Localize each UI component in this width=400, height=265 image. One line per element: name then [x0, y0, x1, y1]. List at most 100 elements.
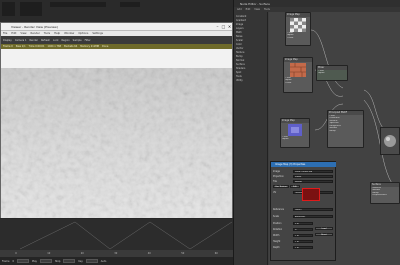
timeline-panel: 0 10 20 30 40 50 60 Frame 0 Play Stop Ke… [0, 219, 233, 265]
prop-label: Tile [273, 180, 277, 183]
maximize-icon[interactable]: □ [221, 24, 226, 29]
checker-preview-icon [290, 17, 306, 32]
key-label[interactable]: Key [78, 260, 82, 263]
stop-button[interactable] [39, 259, 52, 263]
position-field[interactable]: 0 m [293, 221, 313, 225]
image-select[interactable]: Snow_Diffuse.jpg [293, 169, 333, 173]
prop-label: Rotation [273, 228, 283, 231]
rotation-field[interactable]: 0° [293, 227, 313, 231]
toolbar-icon-block[interactable] [20, 2, 42, 16]
close-icon[interactable]: ✕ [227, 24, 232, 29]
surface-output-node[interactable]: Surface Material Normal Bump Displacemen… [370, 182, 400, 204]
stop-label[interactable]: Stop [55, 260, 60, 263]
toolbar-button[interactable]: Filter [85, 39, 91, 42]
frame-label: Frame [2, 259, 10, 263]
prop-label: Scale [273, 215, 279, 218]
properties-titlebar[interactable]: Image Map (3) Properties [271, 162, 336, 167]
image-map-node[interactable]: Image Map Color Alpha Luma [285, 12, 311, 46]
image-map-node[interactable]: Image Map Color Alpha Luma [283, 57, 313, 93]
node-output: Luma [285, 81, 292, 84]
ruler-tick: 40 [147, 252, 151, 255]
status-text: Time 0:00:01 [28, 45, 45, 48]
load-button[interactable]: Load [315, 227, 333, 231]
timeline-curves [19, 221, 233, 250]
ruler-tick: 10 [47, 252, 51, 255]
toolbar-button[interactable]: Camera 1 [15, 39, 27, 42]
texture-preview-icon [290, 62, 306, 77]
ruler-tick: 0 [15, 252, 17, 255]
top-toolbar-strip [0, 0, 233, 22]
height-field[interactable]: 1 m [293, 239, 313, 243]
rendered-snow-image[interactable] [1, 68, 232, 218]
node-output: Luma [287, 36, 294, 39]
render-viewer-window: Viewer - Render View (Preview) – □ ✕ Fil… [0, 22, 233, 218]
projection-select[interactable]: Planar [293, 174, 333, 178]
toolbar-button[interactable]: Display [3, 39, 12, 42]
prop-label: Depth [273, 246, 280, 249]
properties-dialog: Image Map (3) Properties Image Snow_Diff… [270, 161, 336, 261]
node-output: Alpha [318, 72, 325, 75]
toolbar-title-block [50, 2, 106, 7]
timeline-controls: Frame 0 Play Stop Key Auto [0, 257, 233, 265]
status-text: Done [102, 45, 109, 48]
toolbar-button[interactable]: Sample [73, 39, 82, 42]
node-input: Displacement [372, 194, 387, 197]
toolbar-button[interactable]: Region [61, 39, 69, 42]
scale-select[interactable]: Automatic [293, 214, 333, 218]
image-map-node[interactable]: Image Map Color Alpha [280, 118, 310, 148]
snow-texture-icon [1, 68, 232, 218]
toolbar-icon-block[interactable] [2, 2, 15, 16]
ruler-tick: 30 [114, 252, 118, 255]
ruler-tick: 60 [214, 252, 218, 255]
prop-label: Reference [273, 208, 285, 211]
status-text: Buckets 64 [64, 45, 78, 48]
node-output: Alpha [282, 138, 289, 141]
use-texture-button[interactable]: Use Texture [273, 185, 289, 189]
prop-label: Width [273, 234, 280, 237]
node-input: Bump [329, 130, 336, 133]
status-text: 1024 x 768 [47, 45, 62, 48]
node-title: Image Map [286, 13, 310, 17]
viewer-toolbar: Display Camera 1 Render Refresh Lock Reg… [1, 36, 232, 44]
play-label[interactable]: Play [32, 260, 37, 263]
status-text: Pass 1/1 [15, 45, 26, 48]
prop-label: Image [273, 170, 280, 173]
node-title: Image Map [284, 58, 312, 62]
highlighted-thumbnail[interactable] [302, 188, 320, 201]
preview-node[interactable] [380, 127, 400, 155]
ruler-tick: 20 [80, 252, 84, 255]
edit-button[interactable]: Edit [290, 185, 300, 189]
width-field[interactable]: 1 m [293, 233, 313, 237]
mixer-node[interactable]: Mixer Color Alpha [316, 65, 348, 81]
ruler-tick: 50 [181, 252, 185, 255]
timeline-ruler[interactable]: 0 10 20 30 40 50 60 [0, 250, 233, 257]
toolbar-button[interactable]: Render [29, 39, 38, 42]
toolbar-button[interactable]: Lock [53, 39, 58, 42]
frame-value[interactable]: 0 [12, 260, 14, 263]
play-button[interactable] [16, 259, 29, 263]
toolbar-button[interactable]: Refresh [41, 39, 50, 42]
sphere-preview-icon [384, 135, 396, 147]
viewer-empty-area [1, 49, 232, 68]
depth-field[interactable]: 1 m [293, 245, 313, 249]
reset-button[interactable]: Reset [315, 233, 333, 237]
prop-label: Projection [273, 175, 284, 178]
minimize-icon[interactable]: – [215, 24, 220, 29]
texture-preview-icon [288, 123, 302, 136]
prop-label: UV [273, 191, 277, 194]
auto-key-button[interactable] [85, 259, 98, 263]
tile-select[interactable]: Repeat [293, 179, 333, 183]
prop-label: Position [273, 222, 282, 225]
reference-select[interactable]: (none) [293, 207, 333, 211]
prop-label: Height [273, 240, 281, 243]
viewer-title: Viewer - Render View (Preview) [11, 25, 58, 29]
principled-bsdf-node[interactable]: Principled BSDF Color Luminous Metallic … [327, 110, 364, 148]
toolbar-title-block [120, 2, 140, 7]
key-button[interactable] [63, 259, 76, 263]
node-title: Image Map [281, 119, 309, 123]
viewer-titlebar[interactable]: Viewer - Render View (Preview) – □ ✕ [1, 23, 232, 31]
status-text: Frame 0 [3, 45, 13, 48]
desktop: Viewer - Render View (Preview) – □ ✕ Fil… [0, 0, 400, 265]
auto-label[interactable]: Auto [101, 260, 107, 263]
status-text: Memory 212MB [80, 45, 100, 48]
